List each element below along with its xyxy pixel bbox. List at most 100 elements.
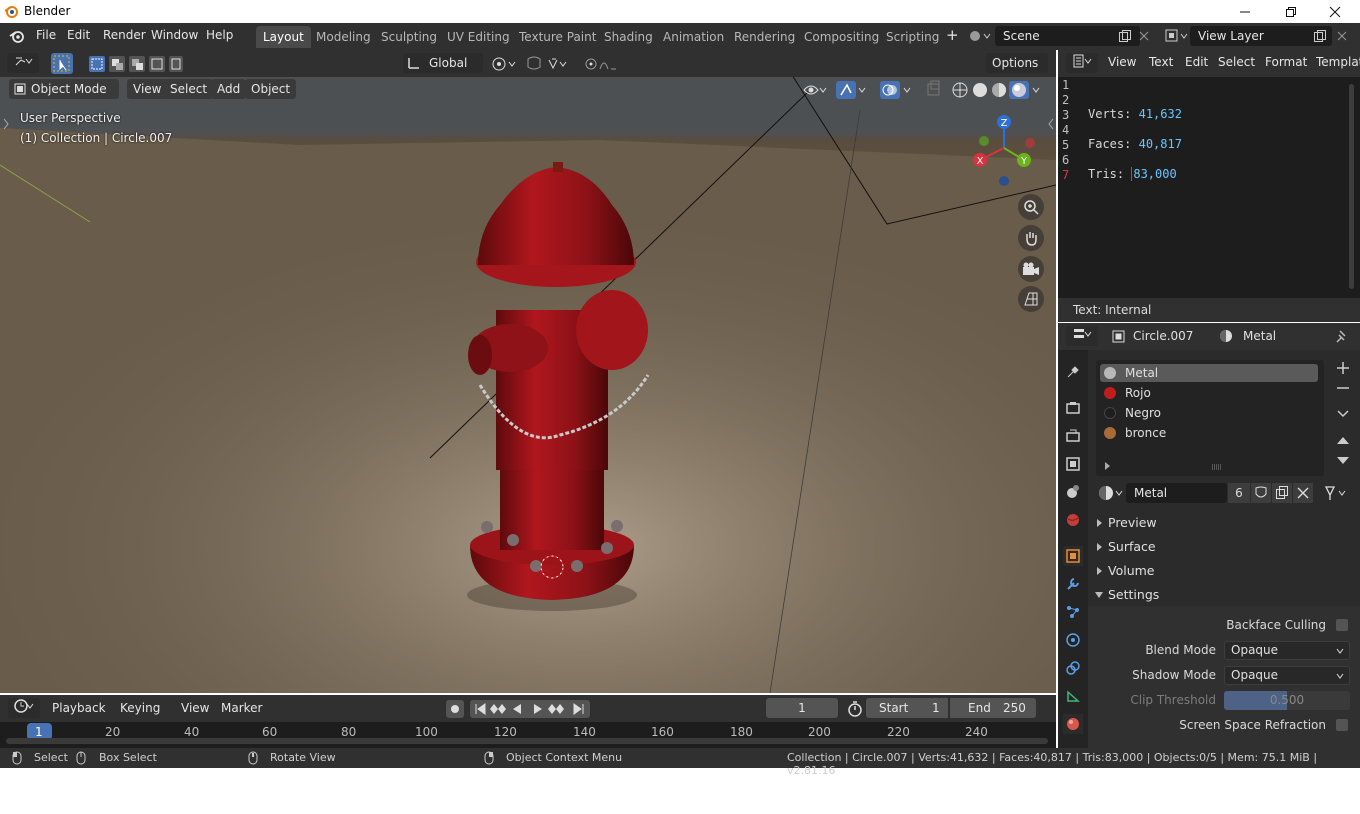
menu-window[interactable]: Window: [151, 28, 198, 42]
playback-dropdown[interactable]: Playback: [46, 698, 114, 718]
start-frame-field[interactable]: Start 1: [866, 698, 948, 718]
node-tree-icon[interactable]: [1322, 483, 1352, 503]
panel-surface[interactable]: Surface: [1094, 536, 1350, 558]
panel-settings[interactable]: Settings: [1094, 584, 1350, 606]
menu-edit[interactable]: Edit: [67, 28, 90, 42]
timeline-ruler[interactable]: 1 20 40 60 80 100 120 140 160 180 200 22…: [0, 722, 1056, 748]
camera-view-button[interactable]: [1018, 256, 1044, 282]
tab-data[interactable]: [1063, 686, 1083, 706]
material-slot[interactable]: Negro: [1100, 404, 1318, 422]
menu-file[interactable]: File: [36, 28, 56, 42]
ssr-checkbox[interactable]: [1336, 719, 1348, 731]
text-menu-format[interactable]: Format: [1265, 55, 1307, 69]
text-editor[interactable]: [1058, 50, 1360, 322]
viewport-menu-add[interactable]: Add: [211, 79, 247, 99]
close-button[interactable]: [1312, 0, 1358, 23]
current-frame-field[interactable]: 1: [766, 698, 838, 718]
mode-dropdown[interactable]: Object Mode: [9, 79, 119, 99]
tab-tool[interactable]: [1063, 362, 1083, 382]
text-menu-select[interactable]: Select: [1218, 55, 1255, 69]
tab-physics[interactable]: [1063, 630, 1083, 650]
blend-mode-dropdown[interactable]: Opaque: [1224, 641, 1350, 660]
select-tool-button[interactable]: [51, 53, 73, 74]
menu-help[interactable]: Help: [206, 28, 233, 42]
tab-scene[interactable]: [1063, 482, 1083, 502]
minimize-button[interactable]: [1222, 0, 1268, 23]
sidebar-toggle-icon[interactable]: [1047, 118, 1055, 130]
menu-render[interactable]: Render: [103, 28, 146, 42]
expand-arrow-icon[interactable]: [1104, 462, 1112, 470]
tab-compositing[interactable]: Compositing: [797, 26, 886, 48]
tab-texture-paint[interactable]: Texture Paint: [512, 26, 603, 48]
timeline-type-dropdown[interactable]: [8, 698, 40, 718]
add-workspace-button[interactable]: +: [946, 26, 959, 44]
new-scene-icon[interactable]: [1118, 29, 1132, 43]
3d-viewport[interactable]: [0, 50, 1056, 693]
scene-icon[interactable]: [968, 28, 992, 44]
options-dropdown[interactable]: Options: [986, 53, 1048, 73]
panel-volume[interactable]: Volume: [1094, 560, 1350, 582]
text-menu-templates[interactable]: Templates: [1316, 55, 1360, 69]
text-menu-text[interactable]: Text: [1149, 55, 1173, 69]
blender-menu-icon[interactable]: [8, 29, 26, 44]
viewport-menu-object[interactable]: Object: [245, 79, 297, 99]
tab-layout[interactable]: Layout: [256, 26, 311, 48]
view-layer-icon[interactable]: [1164, 28, 1190, 44]
properties-object-name[interactable]: Circle.007: [1133, 329, 1193, 343]
view-layer-field[interactable]: View Layer: [1190, 26, 1332, 46]
timeline-menu-view[interactable]: View: [175, 698, 216, 718]
new-view-layer-icon[interactable]: [1313, 29, 1327, 43]
pin-icon[interactable]: [1335, 329, 1349, 343]
timeline-menu-marker[interactable]: Marker: [215, 698, 269, 718]
end-frame-field[interactable]: End 250: [950, 698, 1036, 718]
tab-render[interactable]: [1063, 398, 1083, 418]
pan-button[interactable]: [1018, 225, 1044, 251]
remove-scene-icon[interactable]: [1138, 30, 1150, 42]
tab-sculpting[interactable]: Sculpting: [374, 26, 444, 48]
text-menu-view[interactable]: View: [1108, 55, 1136, 69]
selection-mode-icons[interactable]: [88, 55, 184, 73]
resize-handle-icon[interactable]: [1211, 464, 1223, 470]
tab-world[interactable]: [1063, 510, 1083, 530]
material-datablock-buttons[interactable]: [1251, 483, 1313, 503]
material-slot[interactable]: bronce: [1100, 424, 1318, 442]
tab-shading[interactable]: Shading: [597, 26, 660, 48]
navigation-gizmo[interactable]: Z X Y: [966, 108, 1042, 190]
material-slot[interactable]: Metal: [1100, 364, 1318, 382]
pivot-snap-proportional-icons[interactable]: [490, 55, 620, 73]
remove-view-layer-icon[interactable]: [1336, 30, 1348, 42]
editor-type-dropdown[interactable]: [7, 53, 39, 73]
tab-modeling[interactable]: Modeling: [309, 26, 378, 48]
slot-side-buttons[interactable]: [1334, 360, 1352, 470]
material-browse-button[interactable]: [1096, 483, 1126, 503]
keying-dropdown[interactable]: Keying: [114, 698, 174, 718]
viewport-menu-view[interactable]: View: [127, 79, 168, 99]
tab-constraints[interactable]: [1063, 658, 1083, 678]
tab-modifiers[interactable]: [1063, 574, 1083, 594]
viewport-menu-select[interactable]: Select: [164, 79, 214, 99]
properties-material-name[interactable]: Metal: [1243, 329, 1276, 343]
material-slot[interactable]: Rojo: [1100, 384, 1318, 402]
tab-output[interactable]: [1063, 426, 1083, 446]
text-editor-type-dropdown[interactable]: [1066, 53, 1098, 73]
text-editor-scrollbar[interactable]: [1349, 84, 1354, 289]
zoom-button[interactable]: [1018, 194, 1044, 220]
tab-material[interactable]: [1063, 714, 1083, 734]
timeline-scrollbar[interactable]: [6, 738, 1048, 744]
text-menu-edit[interactable]: Edit: [1185, 55, 1208, 69]
viewport-shading-controls[interactable]: [800, 79, 1050, 101]
material-name-field[interactable]: Metal: [1126, 483, 1227, 503]
playback-controls[interactable]: [446, 699, 592, 719]
tab-object[interactable]: [1063, 546, 1083, 566]
tab-scripting[interactable]: Scripting: [879, 26, 946, 48]
tab-particles[interactable]: [1063, 602, 1083, 622]
transform-orientation-dropdown[interactable]: Global: [403, 53, 483, 73]
ortho-toggle-button[interactable]: [1018, 286, 1044, 312]
tab-rendering[interactable]: Rendering: [727, 26, 802, 48]
tab-uv-editing[interactable]: UV Editing: [440, 26, 517, 48]
material-users-count[interactable]: 6: [1228, 483, 1250, 503]
maximize-button[interactable]: [1268, 0, 1314, 23]
stopwatch-icon[interactable]: [846, 700, 864, 718]
tab-animation[interactable]: Animation: [656, 26, 731, 48]
panel-preview[interactable]: Preview: [1094, 512, 1350, 534]
